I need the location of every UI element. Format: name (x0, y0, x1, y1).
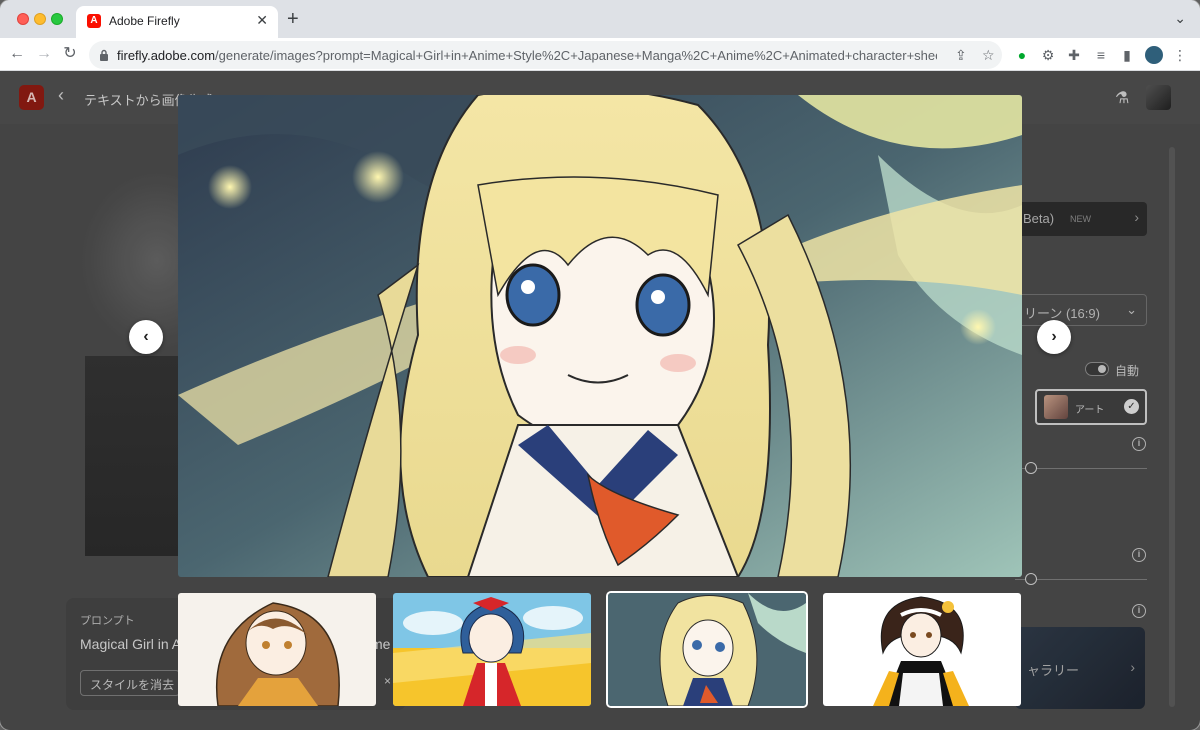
tab-close-icon[interactable]: ✕ (256, 12, 268, 29)
puzzle-icon[interactable]: ✚ (1065, 46, 1083, 64)
main-image-art (178, 95, 1022, 577)
profile-avatar[interactable] (1145, 46, 1163, 64)
back-arrow-icon[interactable]: ← (6, 43, 28, 65)
zoom-window-button[interactable] (51, 13, 63, 25)
tab-strip: A Adobe Firefly ✕ + ⌄ (0, 0, 1200, 38)
thumbnail-art (823, 593, 1021, 706)
browser-tab[interactable]: A Adobe Firefly ✕ (76, 6, 278, 38)
evernote-icon[interactable]: ● (1013, 46, 1031, 64)
minimize-window-button[interactable] (34, 13, 46, 25)
thumbnail-brown-hair-girl[interactable] (178, 593, 376, 706)
url-text: firefly.adobe.com/generate/images?prompt… (117, 48, 937, 63)
browser-window: A Adobe Firefly ✕ + ⌄ ← → ↻ firefly.adob… (0, 0, 1200, 730)
adobe-favicon-icon: A (87, 14, 101, 28)
previous-image-button[interactable]: ‹ (129, 320, 163, 354)
sidebar-icon[interactable]: ▮ (1118, 46, 1136, 64)
share-icon[interactable]: ⇪ (955, 47, 967, 64)
extension-gear-icon[interactable]: ⚙ (1039, 46, 1057, 64)
thumbnail-art (178, 593, 376, 706)
bookmark-star-icon[interactable]: ☆ (982, 47, 995, 64)
lock-icon (100, 49, 108, 61)
thumbnail-blonde-girl[interactable] (608, 593, 806, 706)
media-icon[interactable]: ≡ (1092, 46, 1110, 64)
reload-icon[interactable]: ↻ (59, 43, 81, 65)
tab-search-chevron-icon[interactable]: ⌄ (1174, 10, 1186, 27)
thumbnail-art (608, 593, 806, 706)
address-bar[interactable]: firefly.adobe.com/generate/images?prompt… (89, 41, 1002, 69)
close-window-button[interactable] (17, 13, 29, 25)
browser-toolbar: ← → ↻ firefly.adobe.com/generate/images?… (0, 38, 1200, 71)
main-preview-image (178, 95, 1022, 577)
thumbnail-art (393, 593, 591, 706)
thumbnail-blue-hair-girl[interactable] (393, 593, 591, 706)
thumbnail-dark-hair-girl[interactable] (823, 593, 1021, 706)
forward-arrow-icon[interactable]: → (33, 43, 55, 65)
tab-title: Adobe Firefly (109, 14, 180, 28)
next-image-button[interactable]: › (1037, 320, 1071, 354)
kebab-menu-icon[interactable]: ⋮ (1171, 46, 1189, 64)
new-tab-button[interactable]: + (287, 8, 299, 30)
